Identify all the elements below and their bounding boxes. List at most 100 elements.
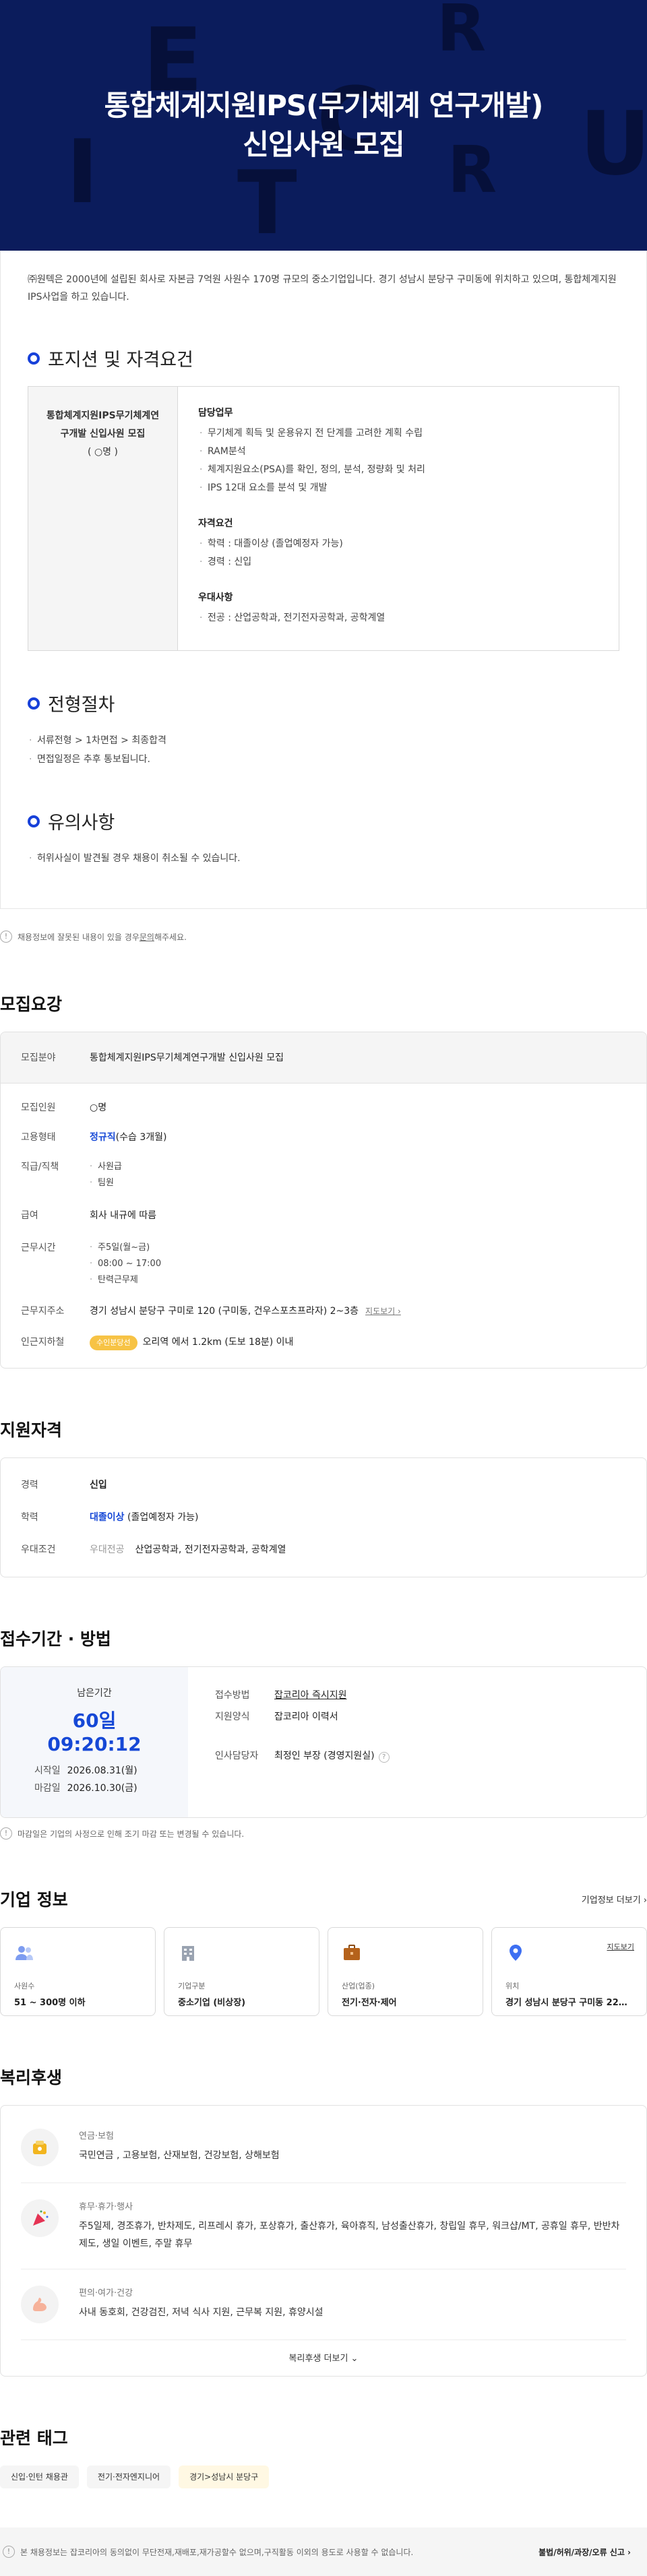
- process-list: 서류전형 > 1차면접 > 최종합격 면접일정은 추후 통보됩니다.: [28, 731, 619, 769]
- copyright-footer: ! 본 채용정보는 잡코리아의 동의없이 무단전재,재배포,재가공할수 없으며,구…: [0, 2527, 647, 2576]
- deadline-notice: ! 마감일은 기업의 사정으로 인해 조기 마감 또는 변경될 수 있습니다.: [0, 1818, 647, 1840]
- info-icon: !: [0, 1827, 12, 1840]
- briefcase-icon: [344, 1945, 360, 1960]
- hours-item: 탄력근무제: [90, 1272, 161, 1288]
- hours-row: 근무시간 주5일(월~금) 08:00 ~ 17:00 탄력근무제: [21, 1240, 626, 1288]
- arm-icon: [33, 2298, 47, 2311]
- hero-banner: E C R U I T R 통합체계지원IPS(무기체계 연구개발) 신입사원 …: [0, 0, 647, 251]
- hours-item: 주5일(월~금): [90, 1240, 161, 1256]
- career-row: 경력 신입: [21, 1480, 107, 1490]
- report-link[interactable]: 불법/허위/과장/오류 신고 ›: [538, 2546, 631, 2558]
- position-title-cell: 통합체계지원IPS무기체계연구개발 신입사원 모집 ( ○명 ): [28, 387, 178, 650]
- start-date: 시작일 2026.08.31(월): [34, 1765, 137, 1776]
- company-card-employees: 사원수 51 ~ 300명 이하: [0, 1927, 156, 2016]
- process-item: 면접일정은 추후 통보됩니다.: [28, 750, 619, 769]
- detail-content: ㈜원텍은 2000년에 설립된 회사로 자본금 7억원 사원수 170명 규모의…: [0, 251, 647, 909]
- tags-heading: 관련 태그: [0, 2428, 68, 2448]
- page-title: 통합체계지원IPS(무기체계 연구개발) 신입사원 모집: [104, 89, 544, 161]
- duty-item: 무기체계 획득 및 운용유지 전 단계를 고려한 계획 수립: [198, 425, 598, 443]
- company-map-link[interactable]: 지도보기: [607, 1941, 634, 1952]
- headcount-row: 모집인원 ○명: [21, 1102, 107, 1113]
- application-method-panel: 접수방법 잡코리아 즉시지원 지원양식 잡코리아 이력서 인사담당자 최정인 부…: [188, 1667, 646, 1817]
- position-table: 통합체계지원IPS무기체계연구개발 신입사원 모집 ( ○명 ) 담당업무 무기…: [28, 386, 619, 651]
- preference-item: 전공 : 산업공학과, 전기전자공학과, 공학계열: [198, 609, 598, 627]
- remaining-time-panel: 남은기간 60일 09:20:12 시작일 2026.08.31(월) 마감일 20…: [1, 1667, 188, 1817]
- application-period: 남은기간 60일 09:20:12 시작일 2026.08.31(월) 마감일 20…: [0, 1666, 647, 1818]
- company-more-link[interactable]: 기업정보 더보기 ›: [582, 1893, 647, 1906]
- company-card-type: 기업구분 중소기업 (비상장): [164, 1927, 319, 2016]
- hours-item: 08:00 ~ 17:00: [90, 1256, 161, 1272]
- duties-group: 담당업무 무기체계 획득 및 운용유지 전 단계를 고려한 계획 수립 RAM분…: [198, 406, 598, 497]
- welfare-item: 연금·보험 국민연금 , 고용보험, 산재보험, 건강보험, 상해보험: [21, 2112, 626, 2183]
- company-cards: 사원수 51 ~ 300명 이하 기업구분 중소기업 (비상장) 산업(업종) …: [0, 1927, 647, 2016]
- process-item: 서류전형 > 1차면접 > 최종합격: [28, 731, 619, 750]
- info-icon: !: [3, 2546, 15, 2558]
- education-row: 학력 대졸이상 (졸업예정자 가능): [21, 1512, 199, 1523]
- welfare-item: 휴무·휴가·행사 주5일제, 경조휴가, 반차제도, 리프레시 휴가, 포상휴가…: [21, 2183, 626, 2269]
- company-card-industry: 산업(업종) 전기·전자·제어: [328, 1927, 483, 2016]
- building-icon: [182, 1946, 194, 1961]
- summary-table: 모집분야 통합체계지원IPS무기체계연구개발 신입사원 모집 모집인원 ○명 고…: [0, 1032, 647, 1369]
- welfare-heading: 복리후생: [0, 2068, 63, 2087]
- qualifications-group: 자격요건 학력 : 대졸이상 (졸업예정자 가능) 경력 : 신입: [198, 516, 598, 571]
- caution-section-header: 유의사항: [28, 808, 619, 834]
- tag-item[interactable]: 신입·인턴 채용관: [0, 2465, 79, 2488]
- method-row: 접수방법 잡코리아 즉시지원: [215, 1687, 619, 1703]
- hr-row: 인사담당자 최정인 부장 (경영지원실)?: [215, 1748, 619, 1764]
- bg-letter: T: [237, 152, 297, 251]
- caution-list: 허위사실이 발견될 경우 채용이 취소될 수 있습니다.: [28, 849, 619, 868]
- rank-item: 팀원: [90, 1175, 122, 1191]
- qualification-item: 학력 : 대졸이상 (졸업예정자 가능): [198, 535, 598, 553]
- end-date: 마감일 2026.10.30(금): [34, 1783, 137, 1794]
- welfare-item: 편의·여가·건강 사내 동호회, 건강검진, 저녁 식사 지원, 근무복 지원,…: [21, 2269, 626, 2340]
- position-detail-cell: 담당업무 무기체계 획득 및 운용유지 전 단계를 고려한 계획 수립 RAM분…: [178, 387, 619, 650]
- countdown: 60일 09:20:12: [47, 1709, 142, 1755]
- qualification-table: 경력 신입 학력 대졸이상 (졸업예정자 가능) 우대조건 우대전공 산업공학과,…: [0, 1457, 647, 1577]
- chevron-down-icon: ⌄: [350, 2354, 359, 2364]
- party-icon: [33, 2210, 49, 2226]
- welfare-more-button[interactable]: 복리후생 더보기 ⌄: [21, 2340, 626, 2376]
- qualification-item: 경력 : 신입: [198, 553, 598, 571]
- address-row: 근무지주소 경기 성남시 분당구 구미로 120 (구미동, 건우스포츠프라자)…: [21, 1306, 401, 1317]
- qualification-heading: 지원자격: [0, 1420, 63, 1440]
- welfare-box: 연금·보험 국민연금 , 고용보험, 산재보험, 건강보험, 상해보험 휴무·휴…: [0, 2105, 647, 2377]
- tag-item[interactable]: 경기>성남시 분당구: [179, 2465, 270, 2488]
- caution-item: 허위사실이 발견될 경우 채용이 취소될 수 있습니다.: [28, 849, 619, 868]
- circle-bullet-icon: [28, 352, 40, 365]
- process-section-header: 전형절차: [28, 690, 619, 716]
- duty-item: IPS 12대 요소를 분석 및 개발: [198, 479, 598, 497]
- people-icon: [16, 1946, 33, 1960]
- duty-item: RAM분석: [198, 443, 598, 461]
- error-report-notice: ! 채용정보에 잘못된 내용이 있을 경우 문의 해주세요.: [0, 909, 647, 943]
- job-posting-page: E C R U I T R 통합체계지원IPS(무기체계 연구개발) 신입사원 …: [0, 0, 647, 2576]
- bg-letter: R: [437, 0, 487, 66]
- circle-bullet-icon: [28, 815, 40, 827]
- preference-row: 우대조건 우대전공 산업공학과, 전기전자공학과, 공학계열: [21, 1544, 286, 1555]
- duty-item: 체계지원요소(PSA)를 확인, 정의, 분석, 정량화 및 처리: [198, 461, 598, 479]
- location-pin-icon: [510, 1945, 522, 1961]
- company-intro: ㈜원텍은 2000년에 설립된 회사로 자본금 7억원 사원수 170명 규모의…: [28, 274, 617, 303]
- field-row: 모집분야 통합체계지원IPS무기체계연구개발 신입사원 모집: [1, 1032, 646, 1083]
- salary-row: 급여 회사 내규에 따름: [21, 1210, 157, 1221]
- company-heading: 기업 정보: [0, 1890, 68, 1910]
- employment-row: 고용형태 정규직(수습 3개월): [21, 1132, 167, 1143]
- tag-list: 신입·인턴 채용관 전기·전자엔지니어 경기>성남시 분당구: [0, 2465, 647, 2488]
- info-icon: !: [0, 931, 12, 943]
- period-heading: 접수기간 · 방법: [0, 1629, 111, 1649]
- circle-bullet-icon: [28, 697, 40, 710]
- subway-row: 인근지하철 수인분당선 오리역 에서 1.2km (도보 18분) 이내: [21, 1334, 626, 1350]
- instant-apply-link[interactable]: 잡코리아 즉시지원: [274, 1687, 347, 1703]
- company-card-location: 지도보기 위치 경기 성남시 분당구 구미동 226...: [491, 1927, 647, 2016]
- help-icon[interactable]: ?: [378, 1752, 390, 1763]
- summary-heading: 모집요강: [0, 995, 63, 1014]
- tag-item[interactable]: 전기·전자엔지니어: [86, 2465, 171, 2488]
- form-row: 지원양식 잡코리아 이력서: [215, 1711, 338, 1722]
- preferences-group: 우대사항 전공 : 산업공학과, 전기전자공학과, 공학계열: [198, 590, 598, 627]
- rank-item: 사원급: [90, 1159, 122, 1175]
- rank-row: 직급/직책 사원급 팀원: [21, 1159, 626, 1191]
- position-section-header: 포지션 및 자격요건: [28, 345, 619, 371]
- subway-line-badge: 수인분당선: [90, 1336, 137, 1350]
- inquiry-link[interactable]: 문의: [140, 931, 154, 943]
- map-link[interactable]: 지도보기 ›: [365, 1307, 401, 1316]
- piggy-bank-icon: [33, 2141, 47, 2154]
